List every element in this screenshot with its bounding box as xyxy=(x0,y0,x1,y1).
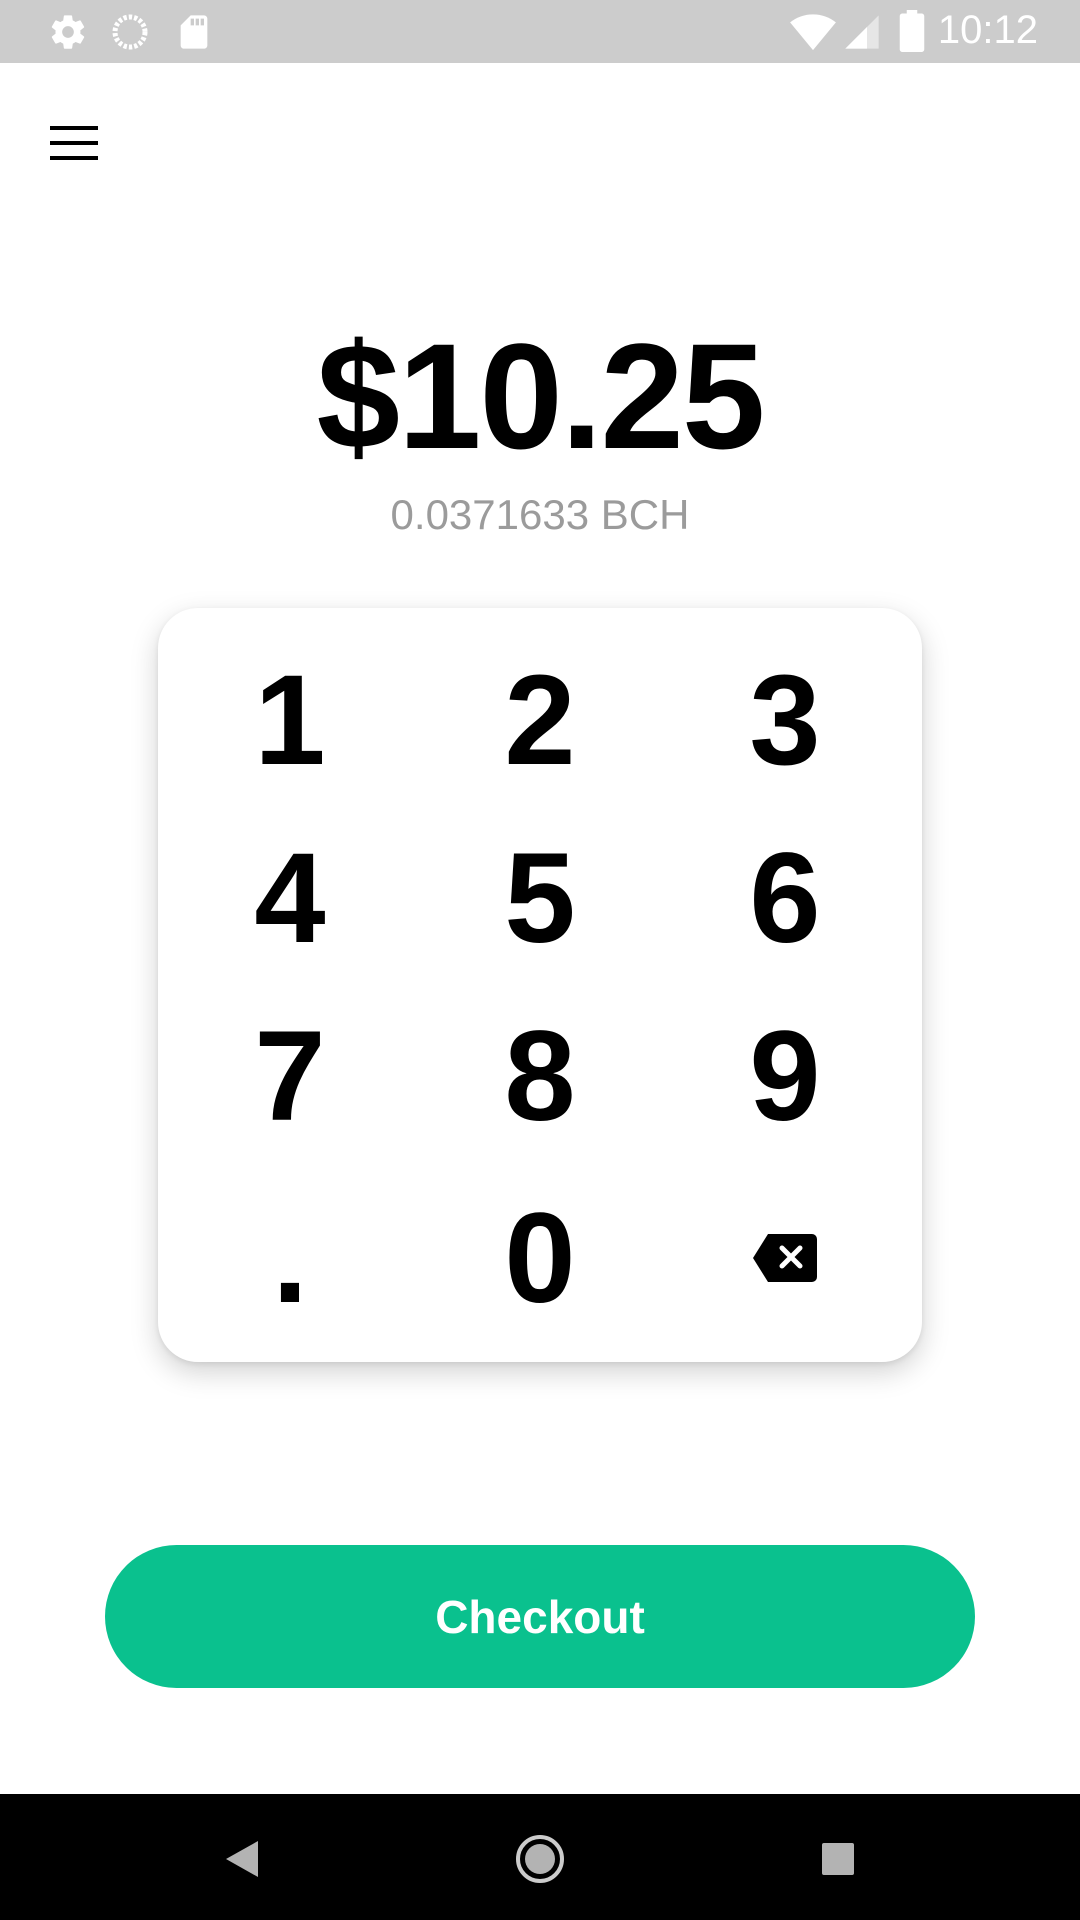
key-8[interactable]: 8 xyxy=(440,996,640,1156)
key-6[interactable]: 6 xyxy=(685,818,885,978)
point-of-sale-screen: $10.25 0.0371633 BCH 1 2 3 4 5 6 7 8 9 .… xyxy=(0,63,1080,1794)
hamburger-menu-icon[interactable] xyxy=(34,103,114,183)
cell-signal-icon xyxy=(842,12,882,57)
key-9[interactable]: 9 xyxy=(685,996,885,1156)
key-3[interactable]: 3 xyxy=(685,640,885,800)
key-decimal[interactable]: . xyxy=(190,1178,390,1338)
checkout-button[interactable]: Checkout xyxy=(105,1545,975,1688)
key-0[interactable]: 0 xyxy=(440,1178,640,1338)
sd-card-icon xyxy=(174,12,214,57)
key-2[interactable]: 2 xyxy=(440,640,640,800)
battery-icon xyxy=(898,10,926,57)
key-1[interactable]: 1 xyxy=(190,640,390,800)
numeric-keypad: 1 2 3 4 5 6 7 8 9 . 0 xyxy=(158,608,922,1362)
status-bar: 10:12 xyxy=(0,0,1080,63)
gear-icon xyxy=(48,12,88,57)
key-4[interactable]: 4 xyxy=(190,818,390,978)
key-7[interactable]: 7 xyxy=(190,996,390,1156)
key-5[interactable]: 5 xyxy=(440,818,640,978)
navigation-bar xyxy=(0,1794,1080,1920)
crypto-amount: 0.0371633 BCH xyxy=(390,491,690,538)
backspace-icon[interactable] xyxy=(685,1178,885,1338)
home-icon[interactable] xyxy=(500,1819,580,1899)
back-icon[interactable] xyxy=(202,1819,282,1899)
wifi-icon xyxy=(790,10,836,57)
recents-icon[interactable] xyxy=(798,1819,878,1899)
fiat-amount: $10.25 xyxy=(316,312,766,480)
sync-icon xyxy=(110,12,150,57)
clock: 10:12 xyxy=(937,8,1038,52)
